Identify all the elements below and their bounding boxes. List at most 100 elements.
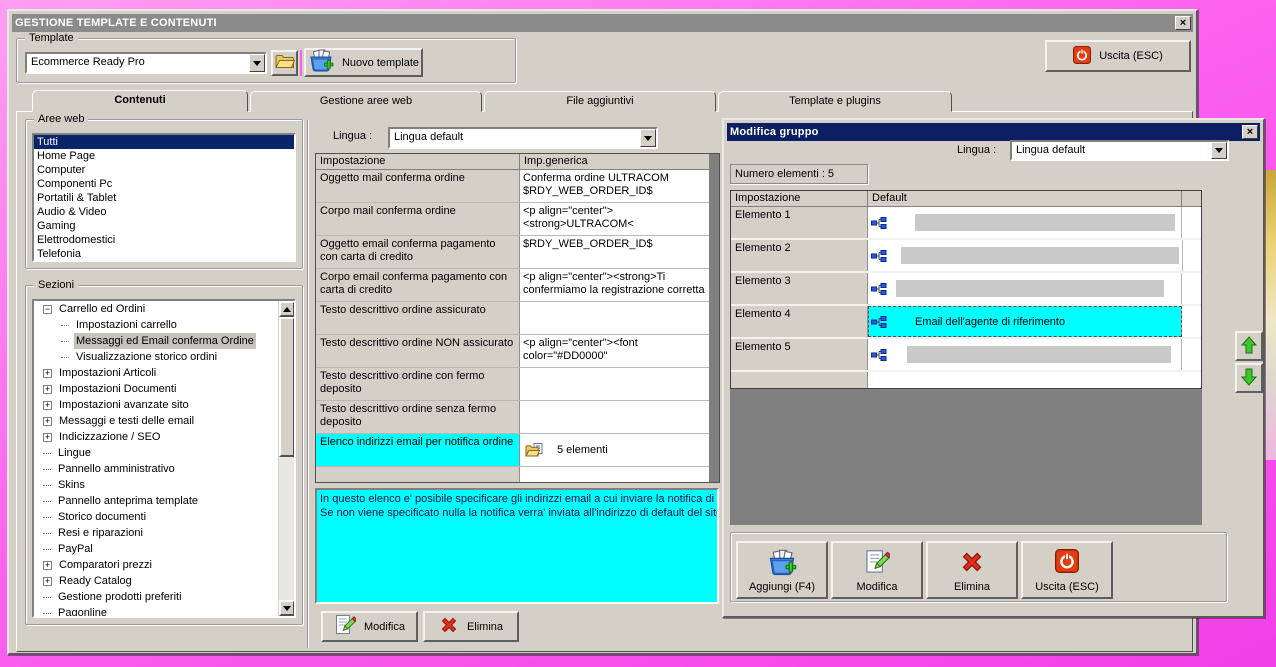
- scrollbar-thumb[interactable]: [279, 317, 294, 457]
- list-item[interactable]: Tutti: [34, 135, 294, 149]
- table-row[interactable]: Testo descrittivo ordine senza fermo dep…: [316, 401, 709, 434]
- tab-file-aggiuntivi[interactable]: File aggiuntivi: [484, 91, 716, 112]
- tree-expand-icon[interactable]: [61, 325, 69, 326]
- tree-expand-icon[interactable]: [43, 549, 51, 550]
- sezioni-tree[interactable]: Carrello ed Ordini Impostazioni carrello…: [32, 299, 296, 618]
- table-row[interactable]: Oggetto email conferma pagamento con car…: [316, 236, 709, 269]
- table-row[interactable]: Elemento 3: [731, 273, 1201, 306]
- scroll-down-button[interactable]: [279, 600, 294, 616]
- tree-expand-icon[interactable]: [43, 432, 52, 442]
- tab-gestione-aree-web[interactable]: Gestione aree web: [250, 91, 482, 112]
- tree-item[interactable]: Pannello anteprima template: [34, 493, 278, 509]
- tree-expand-icon[interactable]: [43, 533, 51, 534]
- new-template-button[interactable]: Nuovo template: [304, 48, 423, 77]
- table-scroll-strip[interactable]: [709, 154, 719, 482]
- tree-item[interactable]: Indicizzazione / SEO: [34, 429, 278, 445]
- tree-item[interactable]: PayPal: [34, 541, 278, 557]
- tree-item[interactable]: Comparatori prezzi: [34, 557, 278, 573]
- tree-item[interactable]: Resi e riparazioni: [34, 525, 278, 541]
- table-row[interactable]: Elemento 5: [731, 339, 1201, 372]
- main-close-button[interactable]: [1175, 16, 1191, 30]
- template-combobox[interactable]: Ecommerce Ready Pro: [25, 52, 267, 74]
- table-row[interactable]: Elemento 2: [731, 240, 1201, 273]
- tree-item[interactable]: Storico documenti: [34, 509, 278, 525]
- tree-item-label: Pannello anteprima template: [58, 495, 199, 507]
- delete-button[interactable]: Elimina: [926, 541, 1018, 599]
- combo-dropdown-button[interactable]: [1211, 142, 1227, 159]
- lingua-combobox[interactable]: Lingua default: [388, 127, 658, 149]
- tree-expand-icon[interactable]: [43, 597, 51, 598]
- tree-item[interactable]: Lingue: [34, 445, 278, 461]
- open-template-button[interactable]: [271, 50, 298, 76]
- tree-expand-icon[interactable]: [43, 368, 52, 378]
- list-item[interactable]: Portatili & Tablet: [34, 191, 294, 205]
- dialog-button-group: Aggiungi (F4) Modifica Elimina Uscita (E…: [730, 532, 1227, 602]
- modify-button[interactable]: Modifica: [321, 611, 418, 642]
- table-row[interactable]: Corpo mail conferma ordine <p align="cen…: [316, 203, 709, 236]
- move-up-button[interactable]: [1235, 331, 1263, 361]
- table-row[interactable]: Testo descrittivo ordine NON assicurato …: [316, 335, 709, 368]
- table-row[interactable]: Elenco indirizzi email per notifica ordi…: [316, 434, 709, 467]
- main-titlebar[interactable]: GESTIONE TEMPLATE E CONTENUTI: [12, 14, 1193, 32]
- tree-expand-icon[interactable]: [43, 485, 51, 486]
- tree-expand-icon[interactable]: [43, 613, 51, 614]
- tree-item-label: Carrello ed Ordini: [59, 303, 146, 315]
- dialog-titlebar[interactable]: Modifica gruppo: [727, 123, 1260, 141]
- delete-button[interactable]: Elimina: [423, 611, 519, 642]
- table-row[interactable]: Elemento 1: [731, 207, 1201, 240]
- list-item[interactable]: Componenti Pc: [34, 177, 294, 191]
- tree-item[interactable]: Messaggi ed Email conferma Ordine: [34, 333, 278, 349]
- modify-button[interactable]: Modifica: [831, 541, 923, 599]
- tree-item[interactable]: Messaggi e testi delle email: [34, 413, 278, 429]
- tree-expand-icon[interactable]: [43, 384, 52, 394]
- tree-expand-icon[interactable]: [61, 341, 69, 342]
- tree-item[interactable]: Impostazioni avanzate sito: [34, 397, 278, 413]
- aree-web-listbox[interactable]: Tutti Home Page Computer Componenti Pc Porta…: [32, 133, 296, 262]
- list-item[interactable]: Computer: [34, 163, 294, 177]
- table-row[interactable]: Testo descrittivo ordine con fermo depos…: [316, 368, 709, 401]
- tree-item[interactable]: Impostazioni Articoli: [34, 365, 278, 381]
- table-row[interactable]: Oggetto mail conferma ordine Conferma or…: [316, 170, 709, 203]
- tree-item[interactable]: Carrello ed Ordini: [34, 301, 278, 317]
- tree-expand-icon[interactable]: [43, 576, 52, 586]
- move-down-button[interactable]: [1235, 363, 1263, 393]
- tree-item[interactable]: Visualizzazione storico ordini: [34, 349, 278, 365]
- dialog-close-button[interactable]: [1242, 125, 1258, 139]
- table-row[interactable]: Corpo email conferma pagamento con carta…: [316, 269, 709, 302]
- tree-expand-icon[interactable]: [43, 304, 52, 314]
- empty-value-bar: [907, 346, 1171, 363]
- list-item[interactable]: Gaming: [34, 219, 294, 233]
- tree-item[interactable]: Impostazioni Documenti: [34, 381, 278, 397]
- list-item[interactable]: Audio & Video: [34, 205, 294, 219]
- tree-expand-icon[interactable]: [43, 469, 51, 470]
- tree-item[interactable]: Gestione prodotti preferiti: [34, 589, 278, 605]
- tree-expand-icon[interactable]: [43, 453, 51, 454]
- tree-expand-icon[interactable]: [61, 357, 69, 358]
- edit-icon: [864, 549, 892, 578]
- tree-item[interactable]: Ready Catalog: [34, 573, 278, 589]
- tree-scrollbar[interactable]: [278, 301, 294, 616]
- tab-template-e-plugins[interactable]: Template e plugins: [718, 91, 952, 112]
- list-item[interactable]: Home Page: [34, 149, 294, 163]
- exit-button[interactable]: Uscita (ESC): [1021, 541, 1113, 599]
- list-item[interactable]: Telefonia: [34, 247, 294, 260]
- list-item[interactable]: Elettrodomestici: [34, 233, 294, 247]
- tab-contenuti[interactable]: Contenuti: [32, 90, 248, 112]
- add-button[interactable]: Aggiungi (F4): [736, 541, 828, 599]
- tree-expand-icon[interactable]: [43, 416, 52, 426]
- tree-item[interactable]: Skins: [34, 477, 278, 493]
- tree-item[interactable]: Impostazioni carrello: [34, 317, 278, 333]
- tree-expand-icon[interactable]: [43, 517, 51, 518]
- tree-item[interactable]: Pannello amministrativo: [34, 461, 278, 477]
- dialog-lingua-combobox[interactable]: Lingua default: [1010, 140, 1229, 161]
- tree-expand-icon[interactable]: [43, 501, 51, 502]
- table-row[interactable]: Elemento 4 Email dell'agente di riferime…: [731, 306, 1201, 339]
- combo-dropdown-button[interactable]: [640, 129, 656, 147]
- scroll-up-button[interactable]: [279, 301, 294, 317]
- tree-expand-icon[interactable]: [43, 400, 52, 410]
- tree-expand-icon[interactable]: [43, 560, 52, 570]
- exit-button[interactable]: Uscita (ESC): [1045, 40, 1191, 72]
- tree-item[interactable]: Pagonline: [34, 605, 278, 616]
- table-row[interactable]: Testo descrittivo ordine assicurato: [316, 302, 709, 335]
- combo-dropdown-button[interactable]: [249, 54, 265, 72]
